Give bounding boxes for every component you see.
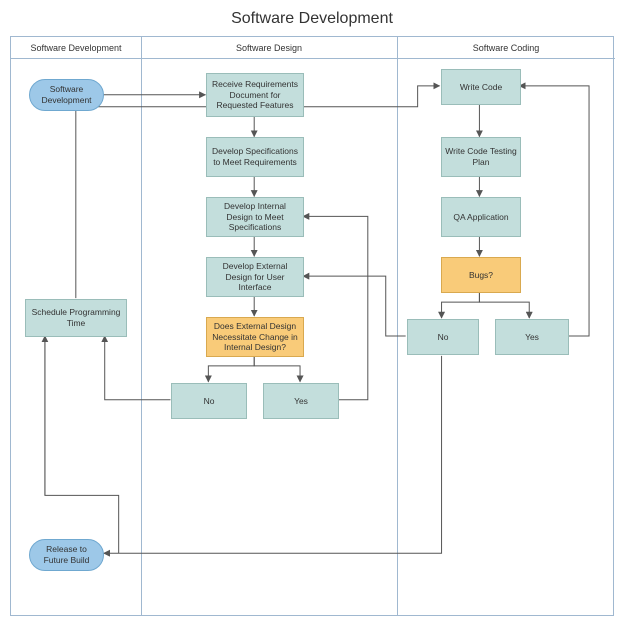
diagram-title: Software Development	[0, 0, 624, 34]
terminator-start: Software Development	[29, 79, 104, 111]
process-write-code: Write Code	[441, 69, 521, 105]
process-qa-application: QA Application	[441, 197, 521, 237]
lane-separator	[141, 37, 142, 615]
process-write-test-plan: Write Code Testing Plan	[441, 137, 521, 177]
branch-no-2: No	[407, 319, 479, 355]
lane-header-development: Software Development	[11, 37, 141, 59]
lane-header-design: Software Design	[141, 37, 397, 59]
branch-no-1: No	[171, 383, 247, 419]
lane-separator	[397, 37, 398, 615]
branch-yes-1: Yes	[263, 383, 339, 419]
branch-yes-2: Yes	[495, 319, 569, 355]
lane-header-coding: Software Coding	[397, 37, 615, 59]
process-develop-specs: Develop Specifications to Meet Requireme…	[206, 137, 304, 177]
process-schedule-time: Schedule Programming Time	[25, 299, 127, 337]
decision-bugs: Bugs?	[441, 257, 521, 293]
process-internal-design: Develop Internal Design to Meet Specific…	[206, 197, 304, 237]
decision-external-change: Does External Design Necessitate Change …	[206, 317, 304, 357]
flowchart-canvas: Software Development Software Design Sof…	[10, 36, 614, 616]
process-receive-requirements: Receive Requirements Document for Reques…	[206, 73, 304, 117]
process-external-design: Develop External Design for User Interfa…	[206, 257, 304, 297]
terminator-release: Release to Future Build	[29, 539, 104, 571]
